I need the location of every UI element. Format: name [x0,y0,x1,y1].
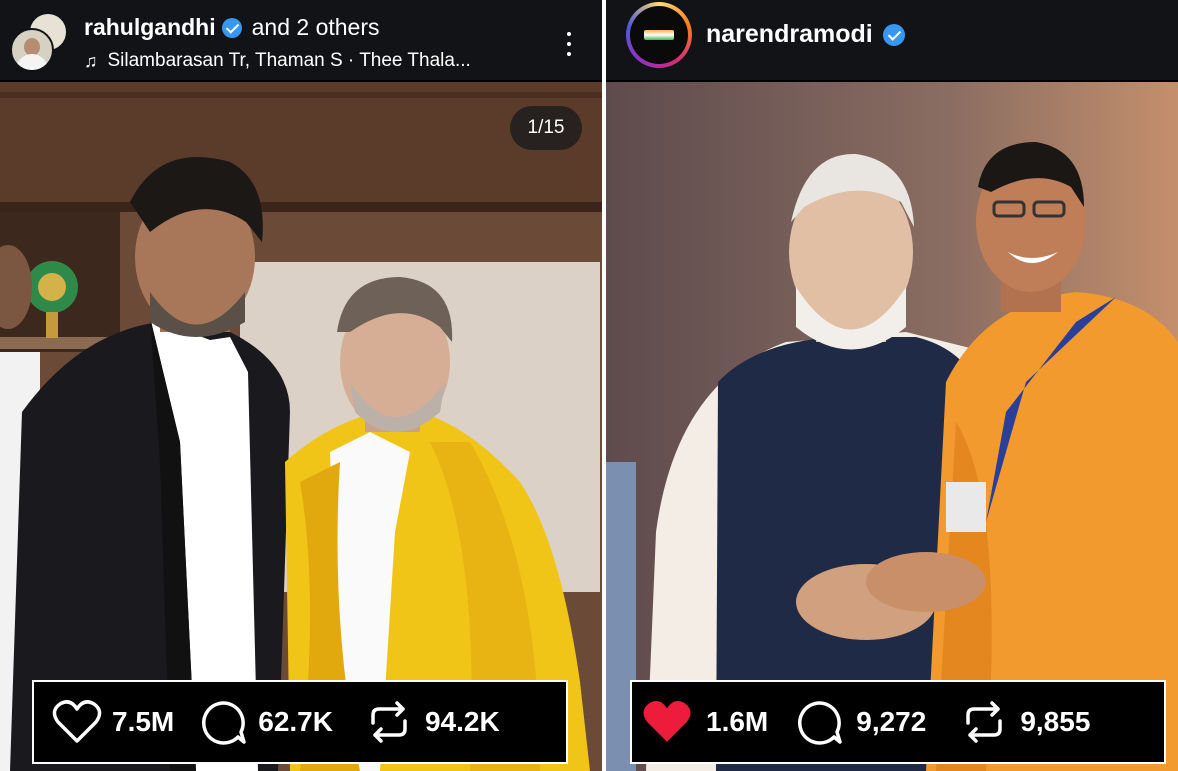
left-like-count: 7.5M [112,706,175,737]
carousel-counter: 1/15 [510,106,582,150]
repost-icon [966,701,1003,743]
collab-others-link[interactable]: and 2 others [252,14,380,41]
verified-badge-icon [221,17,242,38]
music-label: Silambarasan Tr, Thaman S · Thee Thala..… [107,50,471,71]
right-post: narendramodi 1.6M 9,272 9,855 [606,0,1178,771]
right-engagement-bar: 1.6M 9,272 9,855 [630,680,1166,764]
music-note-icon: ♫ [84,50,98,71]
repost-icon [371,701,407,743]
left-comment-count: 62.7K [258,706,333,737]
left-comment-button[interactable]: 62.7K [200,699,333,745]
more-options-icon[interactable] [558,28,580,60]
story-avatar[interactable] [626,2,692,68]
left-repost-count: 94.2K [424,706,500,737]
comment-icon [798,701,842,745]
left-post-header: rahulgandhi and 2 others ♫ Silambarasan … [0,0,602,80]
left-post-photo[interactable] [0,82,602,771]
left-username-line: rahulgandhi and 2 others [84,14,380,41]
right-like-button[interactable]: 1.6M [640,698,768,746]
avatar-logo-icon [644,30,674,40]
right-repost-button[interactable]: 9,855 [962,699,1090,745]
left-repost-button[interactable]: 94.2K [367,699,500,745]
collab-avatars[interactable] [10,12,72,74]
right-comment-count: 9,272 [856,706,927,737]
verified-badge-icon [882,23,905,46]
right-username-line: narendramodi [706,20,905,49]
left-engagement-bar: 7.5M 62.7K 94.2K [32,680,568,764]
comment-icon [202,701,246,745]
right-like-count: 1.6M [706,706,769,737]
right-comment-button[interactable]: 9,272 [796,699,926,745]
right-repost-count: 9,855 [1020,706,1091,737]
left-like-button[interactable]: 7.5M [52,699,174,745]
left-photo-illustration [0,82,602,771]
left-post: rahulgandhi and 2 others ♫ Silambarasan … [0,0,602,771]
right-photo-illustration [606,82,1178,771]
left-username[interactable]: rahulgandhi [84,14,216,41]
right-post-photo[interactable] [606,82,1178,771]
heart-icon [643,701,691,742]
right-post-header: narendramodi [606,0,1178,80]
right-username[interactable]: narendramodi [706,20,873,49]
music-attribution[interactable]: ♫ Silambarasan Tr, Thaman S · Thee Thala… [84,50,471,72]
heart-icon [52,700,102,743]
avatar [10,28,54,72]
